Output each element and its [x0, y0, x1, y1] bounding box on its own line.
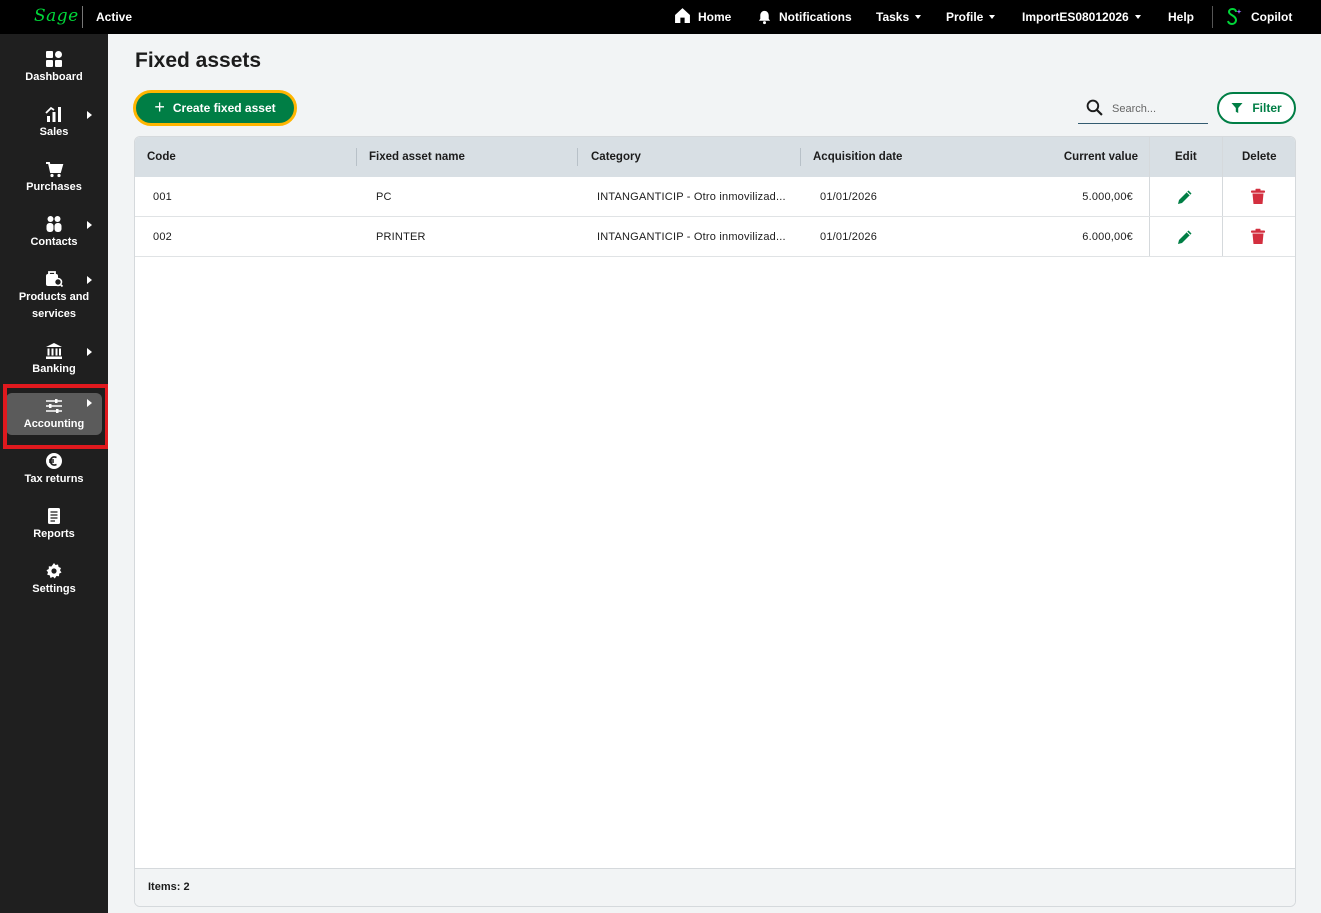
search-icon[interactable]: [1086, 99, 1103, 116]
sidebar-item-label: Contacts: [30, 236, 78, 248]
cell-current-value: 6.000,00€: [1082, 231, 1133, 243]
delete-trash-icon[interactable]: [1250, 228, 1266, 245]
nav-company-label: ImportES08012026: [1022, 10, 1129, 24]
contacts-icon: [46, 216, 62, 232]
nav-home[interactable]: Home: [698, 10, 731, 24]
nav-help[interactable]: Help: [1168, 10, 1194, 24]
table-footer: Items: 2: [135, 868, 1295, 906]
sidebar-item-sales[interactable]: Sales: [6, 105, 102, 155]
sidebar-item-dashboard[interactable]: Dashboard: [6, 50, 102, 100]
nav-company[interactable]: ImportES08012026: [1022, 10, 1141, 24]
sidebar-item-settings[interactable]: Settings: [6, 562, 102, 612]
table-row[interactable]: 001 PC INTANGANTICIP - Otro inmovilizad.…: [135, 177, 1295, 217]
plus-icon: +: [154, 97, 165, 117]
bank-icon: [46, 343, 62, 359]
logo-divider: [82, 6, 83, 28]
create-fixed-asset-label: Create fixed asset: [172, 101, 276, 115]
sidebar-item-tax-returns[interactable]: Tax returns: [6, 452, 102, 502]
nav-profile[interactable]: Profile: [946, 10, 996, 24]
edit-pencil-icon[interactable]: [1176, 188, 1194, 206]
sidebar-item-accounting[interactable]: Accounting: [6, 393, 102, 435]
table-row[interactable]: 002 PRINTER INTANGANTICIP - Otro inmovil…: [135, 217, 1295, 257]
sidebar-item-label: Sales: [39, 126, 69, 138]
table-header: Code Fixed asset name Category Acquisiti…: [135, 137, 1295, 177]
cell-code: 002: [153, 231, 172, 243]
sidebar-item-label: Accounting: [23, 418, 85, 430]
col-header-code[interactable]: Code: [147, 151, 176, 163]
expand-arrow-icon: [87, 221, 92, 229]
copilot-icon[interactable]: [1225, 7, 1243, 27]
col-header-category[interactable]: Category: [591, 151, 641, 163]
products-icon: [46, 271, 64, 288]
cell-acquisition-date: 01/01/2026: [820, 231, 878, 243]
search-box: [1078, 94, 1208, 124]
nav-notifications[interactable]: Notifications: [779, 10, 852, 24]
sidebar-item-label: Products and services: [18, 291, 90, 320]
expand-arrow-icon: [87, 348, 92, 356]
sidebar-item-label: Purchases: [26, 181, 82, 193]
cart-icon: [46, 162, 64, 178]
sidebar-item-label: Dashboard: [25, 71, 83, 83]
expand-arrow-icon: [87, 399, 92, 407]
chevron-down-icon: [989, 14, 996, 19]
nav-tasks-label: Tasks: [876, 10, 910, 24]
cell-category: INTANGANTICIP - Otro inmovilizad...: [597, 231, 786, 243]
cell-code: 001: [153, 191, 172, 203]
nav-profile-label: Profile: [946, 10, 984, 24]
sales-chart-icon: [45, 106, 61, 122]
search-input[interactable]: [1112, 100, 1204, 118]
filter-button[interactable]: Filter: [1217, 92, 1296, 124]
sidebar: Dashboard Sales Purchases Contacts Produ…: [0, 34, 108, 913]
sidebar-item-contacts[interactable]: Contacts: [6, 215, 102, 265]
cell-current-value: 5.000,00€: [1082, 191, 1133, 203]
sidebar-item-label: Settings: [32, 583, 76, 595]
sidebar-item-reports[interactable]: Reports: [6, 507, 102, 557]
euro-icon: [46, 453, 62, 469]
create-fixed-asset-button[interactable]: + Create fixed asset: [133, 90, 297, 126]
filter-icon: [1231, 103, 1243, 113]
col-header-edit: Edit: [1175, 151, 1197, 163]
edit-pencil-icon[interactable]: [1176, 228, 1194, 246]
top-bar: Sage Active Home Notifications Tasks Pro…: [0, 0, 1321, 34]
expand-arrow-icon: [87, 111, 92, 119]
col-header-acquisition-date[interactable]: Acquisition date: [813, 151, 902, 163]
main-content: Fixed assets + Create fixed asset Filter…: [108, 34, 1321, 913]
copilot-divider: [1212, 6, 1213, 28]
chevron-down-icon: [1134, 14, 1141, 19]
items-count: Items: 2: [148, 881, 190, 893]
sidebar-item-label: Banking: [32, 363, 76, 375]
sidebar-item-purchases[interactable]: Purchases: [6, 160, 102, 210]
col-resize-handle[interactable]: [800, 148, 801, 166]
status-label: Active: [96, 10, 133, 24]
bell-icon[interactable]: [757, 9, 772, 25]
nav-tasks[interactable]: Tasks: [876, 10, 922, 24]
delete-trash-icon[interactable]: [1250, 188, 1266, 205]
sliders-icon: [46, 399, 62, 413]
chevron-down-icon: [915, 14, 922, 19]
filter-label: Filter: [1252, 101, 1282, 115]
sidebar-item-label: Tax returns: [24, 473, 84, 485]
report-icon: [48, 508, 60, 524]
sidebar-item-banking[interactable]: Banking: [6, 342, 102, 392]
cell-acquisition-date: 01/01/2026: [820, 191, 878, 203]
sage-logo[interactable]: Sage: [34, 6, 79, 26]
col-header-delete: Delete: [1242, 151, 1277, 163]
col-header-current-value[interactable]: Current value: [1064, 151, 1138, 163]
nav-copilot[interactable]: Copilot: [1251, 10, 1292, 24]
col-resize-handle[interactable]: [356, 148, 357, 166]
cell-name: PC: [376, 191, 392, 203]
page-title: Fixed assets: [135, 49, 262, 72]
fixed-assets-table: Code Fixed asset name Category Acquisiti…: [134, 136, 1296, 907]
col-resize-handle[interactable]: [577, 148, 578, 166]
dashboard-icon: [46, 51, 62, 67]
sidebar-item-label: Reports: [33, 528, 75, 540]
expand-arrow-icon: [87, 276, 92, 284]
home-icon[interactable]: [674, 7, 691, 24]
cell-name: PRINTER: [376, 231, 426, 243]
sidebar-item-products[interactable]: Products and services: [6, 270, 102, 325]
cell-category: INTANGANTICIP - Otro inmovilizad...: [597, 191, 786, 203]
gear-icon: [46, 563, 62, 579]
col-header-name[interactable]: Fixed asset name: [369, 151, 465, 163]
